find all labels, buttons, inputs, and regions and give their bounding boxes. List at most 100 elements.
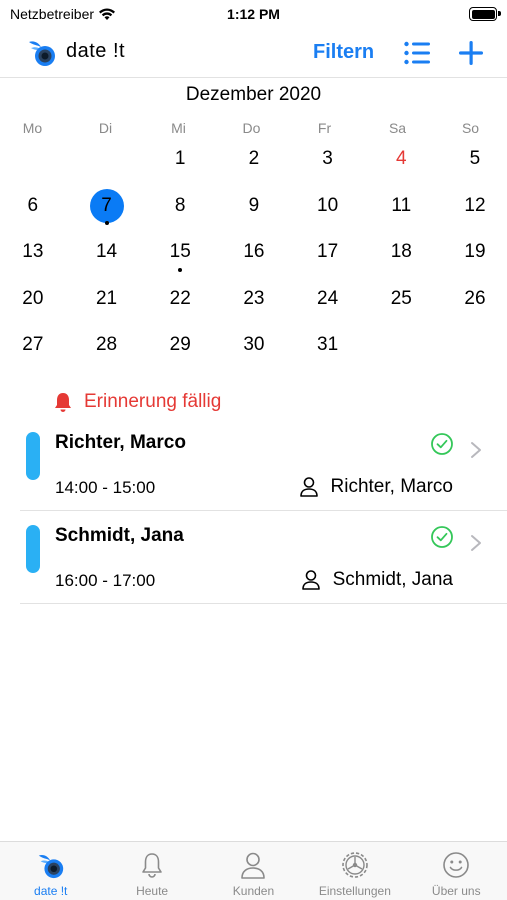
calendar-day[interactable]: 20: [0, 276, 70, 323]
calendar-day[interactable]: 26: [438, 276, 507, 323]
calendar-day-number: 3: [322, 148, 333, 170]
calendar-day[interactable]: 23: [217, 276, 291, 323]
calendar-day-number: 21: [95, 287, 118, 309]
calendar-day-number: 14: [95, 241, 118, 263]
appointment-customer: Richter, Marco: [299, 476, 453, 498]
calendar-day[interactable]: 7: [70, 183, 144, 230]
calendar-day-number: 29: [169, 334, 191, 356]
calendar-day[interactable]: 16: [217, 229, 291, 276]
battery-icon: [469, 7, 501, 21]
calendar-day-number: 24: [317, 287, 339, 309]
calendar-day-number: 11: [391, 194, 412, 216]
filter-button[interactable]: Filtern: [313, 41, 374, 64]
tab-label: Einstellungen: [318, 884, 391, 898]
tab-date-it[interactable]: date !t: [0, 842, 101, 900]
calendar-day-number: 7: [101, 194, 112, 216]
calendar-day-number: 30: [243, 334, 265, 356]
calendar-day[interactable]: 18: [364, 229, 438, 276]
calendar-grid: 1 2 3 4 5 6 7 8 9 10 11 12 13 14 15 16 17 18 19 20 21 22 23 24 2…: [0, 136, 507, 369]
appointment-customer: Schmidt, Jana: [301, 569, 453, 591]
bell-icon: [55, 393, 71, 412]
calendar-day[interactable]: 3: [291, 136, 365, 183]
calendar-day[interactable]: 24: [291, 276, 365, 323]
calendar-day-number: 28: [95, 334, 118, 356]
calendar-day[interactable]: 12: [438, 183, 507, 230]
calendar-day[interactable]: 25: [364, 276, 438, 323]
list-icon[interactable]: [403, 39, 431, 67]
chevron-right-icon: [471, 535, 481, 551]
calendar-day[interactable]: 21: [70, 276, 144, 323]
calendar-day[interactable]: 8: [143, 183, 217, 230]
calendar-empty-cell: [0, 136, 70, 183]
appointment-row[interactable]: Schmidt, Jana 16:00 - 17:00 Schmidt, Jan…: [20, 511, 507, 604]
calendar-day[interactable]: 19: [438, 229, 507, 276]
appointment-time: 16:00 - 17:00: [55, 571, 156, 590]
calendar-day[interactable]: 29: [143, 322, 217, 369]
appointment-title: Schmidt, Jana: [55, 525, 184, 546]
calendar-day[interactable]: 1: [143, 136, 217, 183]
month-title: Dezember 2020: [185, 84, 322, 105]
calendar-day-number: 25: [390, 287, 412, 309]
check-circle-icon: [431, 526, 453, 548]
calendar-day-number: 15: [169, 241, 191, 263]
customer-name: Schmidt, Jana: [332, 569, 453, 590]
calendar-day[interactable]: 6: [0, 183, 70, 230]
person-icon: [299, 477, 318, 497]
tab-bar: date !t Heute Kunden Einstellungen Über …: [0, 841, 507, 900]
calendar-day[interactable]: 14: [70, 229, 144, 276]
appointment-row[interactable]: Richter, Marco 14:00 - 15:00 Richter, Ma…: [20, 418, 507, 511]
calendar-day[interactable]: 10: [291, 183, 365, 230]
person-icon: [241, 852, 266, 879]
tab-heute[interactable]: Heute: [101, 842, 202, 900]
tab-kunden[interactable]: Kunden: [203, 842, 304, 900]
calendar-day[interactable]: 4: [364, 136, 438, 183]
calendar-day[interactable]: 17: [291, 229, 365, 276]
calendar-day-number: 16: [243, 241, 265, 263]
calendar-day[interactable]: 13: [0, 229, 70, 276]
calendar-day-number: 27: [22, 334, 44, 356]
calendar-day-number: 19: [464, 241, 486, 263]
app-logo-icon: [38, 855, 63, 879]
tab-ueber-uns[interactable]: Über uns: [406, 842, 507, 900]
calendar-day-number: 17: [317, 241, 339, 263]
calendar-day[interactable]: 2: [217, 136, 291, 183]
calendar-day[interactable]: 11: [364, 183, 438, 230]
plus-icon[interactable]: [456, 38, 486, 68]
tab-einstellungen[interactable]: Einstellungen: [304, 842, 405, 900]
calendar-day-number: 1: [174, 148, 186, 170]
tab-label: Über uns: [431, 884, 481, 898]
weekday-label: Mo: [22, 120, 43, 136]
chevron-right-icon: [471, 442, 481, 458]
calendar-day[interactable]: 31: [291, 322, 365, 369]
weekday-label: So: [461, 120, 480, 136]
navigation-bar: date !t Filtern: [0, 28, 507, 78]
weekday-label: Di: [98, 120, 113, 136]
calendar-day[interactable]: 28: [70, 322, 144, 369]
calendar-day-number: 12: [464, 194, 486, 216]
calendar-day[interactable]: 22: [143, 276, 217, 323]
calendar-day-number: 5: [469, 148, 481, 170]
appointment-title: Richter, Marco: [55, 432, 186, 453]
calendar-day[interactable]: 27: [0, 322, 70, 369]
calendar-day-number: 13: [22, 241, 44, 263]
app-title: date !t: [66, 40, 126, 62]
weekday-label: Mi: [171, 120, 186, 136]
calendar-day-number: 20: [22, 287, 44, 309]
status-bar: Netzbetreiber 1:12 PM: [0, 0, 507, 28]
appointment-color-bar: [26, 432, 40, 480]
app-logo-icon: [29, 41, 55, 66]
weekday-label: Do: [242, 120, 261, 136]
calendar-day-number: 26: [464, 287, 486, 309]
smiley-icon: [443, 852, 470, 878]
calendar-day[interactable]: 30: [217, 322, 291, 369]
calendar-day-number: 9: [248, 194, 260, 216]
calendar-day-number: 6: [27, 194, 39, 216]
calendar-day[interactable]: 9: [217, 183, 291, 230]
calendar-day[interactable]: 15: [143, 229, 217, 276]
gear-icon: [342, 852, 368, 878]
event-dot: [178, 267, 183, 272]
tab-label: Kunden: [232, 884, 275, 898]
calendar-day[interactable]: 5: [438, 136, 507, 183]
calendar-day-number: 22: [169, 287, 191, 309]
calendar-day-number: 4: [395, 148, 407, 170]
